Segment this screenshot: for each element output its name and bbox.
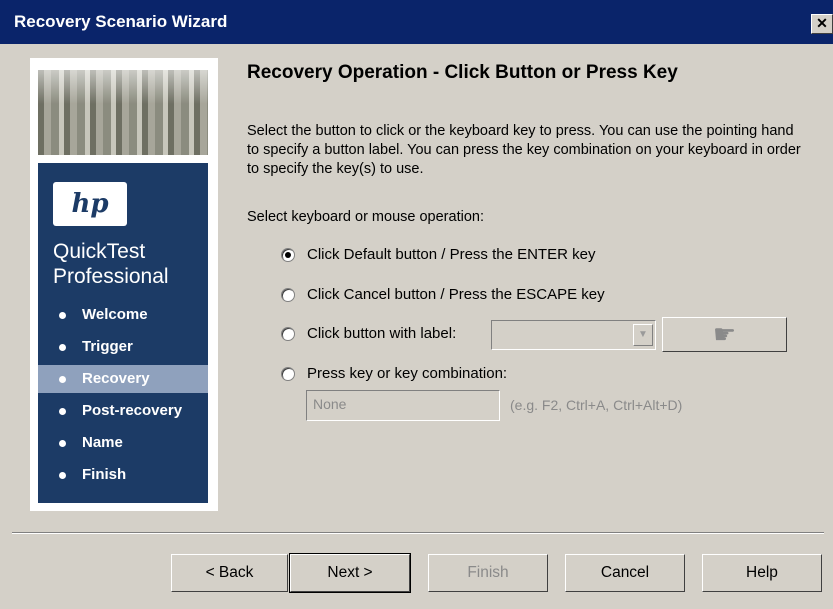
key-combination-input[interactable]: None [306, 390, 500, 421]
sidebar-item-welcome: Welcome [38, 301, 208, 329]
bullet-icon [59, 408, 66, 415]
next-button[interactable]: Next > [289, 553, 411, 593]
radio-click-button-with-label[interactable] [281, 327, 295, 341]
option-label-click-default[interactable]: Click Default button / Press the ENTER k… [307, 246, 595, 263]
option-label-press-key[interactable]: Press key or key combination: [307, 365, 507, 382]
page-heading: Recovery Operation - Click Button or Pre… [247, 62, 678, 83]
sidebar-item-label: Name [82, 434, 123, 451]
sidebar-item-label: Post-recovery [82, 402, 183, 419]
hp-logo: hp [53, 182, 127, 226]
sidebar-banner-image [38, 70, 208, 155]
back-button[interactable]: < Back [171, 554, 288, 592]
chevron-down-icon[interactable]: ▼ [633, 324, 653, 346]
close-button[interactable]: ✕ [811, 14, 833, 34]
option-label-click-button-with-label[interactable]: Click button with label: [307, 325, 456, 342]
radio-press-key[interactable] [281, 367, 295, 381]
radio-click-cancel[interactable] [281, 288, 295, 302]
footer-separator [12, 532, 824, 534]
help-button[interactable]: Help [702, 554, 822, 592]
sidebar-item-label: Trigger [82, 338, 133, 355]
pointing-hand-icon: ☛ [712, 319, 737, 349]
finish-button: Finish [428, 554, 548, 592]
bullet-icon [59, 472, 66, 479]
sidebar-item-trigger: Trigger [38, 333, 208, 361]
sidebar-item-recovery: Recovery [38, 365, 208, 393]
recovery-wizard-window: Recovery Scenario Wizard ✕ hp QuickTest … [0, 0, 833, 609]
cancel-button[interactable]: Cancel [565, 554, 685, 592]
sidebar-item-post-recovery: Post-recovery [38, 397, 208, 425]
button-label-combo[interactable]: ▼ [491, 320, 656, 350]
sidebar-item-label: Finish [82, 466, 127, 483]
pointing-hand-button[interactable]: ☛ [662, 317, 787, 352]
title-bar[interactable]: Recovery Scenario Wizard ✕ [0, 0, 833, 44]
page-description: Select the button to click or the keyboa… [247, 123, 801, 177]
product-name-line2: Professional [53, 265, 169, 288]
sidebar-item-finish: Finish [38, 461, 208, 489]
window-title: Recovery Scenario Wizard [14, 12, 228, 31]
operation-label: Select keyboard or mouse operation: [247, 209, 484, 225]
sidebar-item-name: Name [38, 429, 208, 457]
close-icon: ✕ [816, 15, 828, 31]
bullet-icon [59, 376, 66, 383]
sidebar-item-label: Welcome [82, 306, 148, 323]
radio-click-default[interactable] [281, 248, 295, 262]
option-label-click-cancel[interactable]: Click Cancel button / Press the ESCAPE k… [307, 286, 605, 303]
product-name-line1: QuickTest [53, 240, 146, 263]
key-combination-hint: (e.g. F2, Ctrl+A, Ctrl+Alt+D) [510, 397, 683, 413]
bullet-icon [59, 312, 66, 319]
bullet-icon [59, 344, 66, 351]
sidebar-item-label: Recovery [82, 370, 150, 387]
bullet-icon [59, 440, 66, 447]
